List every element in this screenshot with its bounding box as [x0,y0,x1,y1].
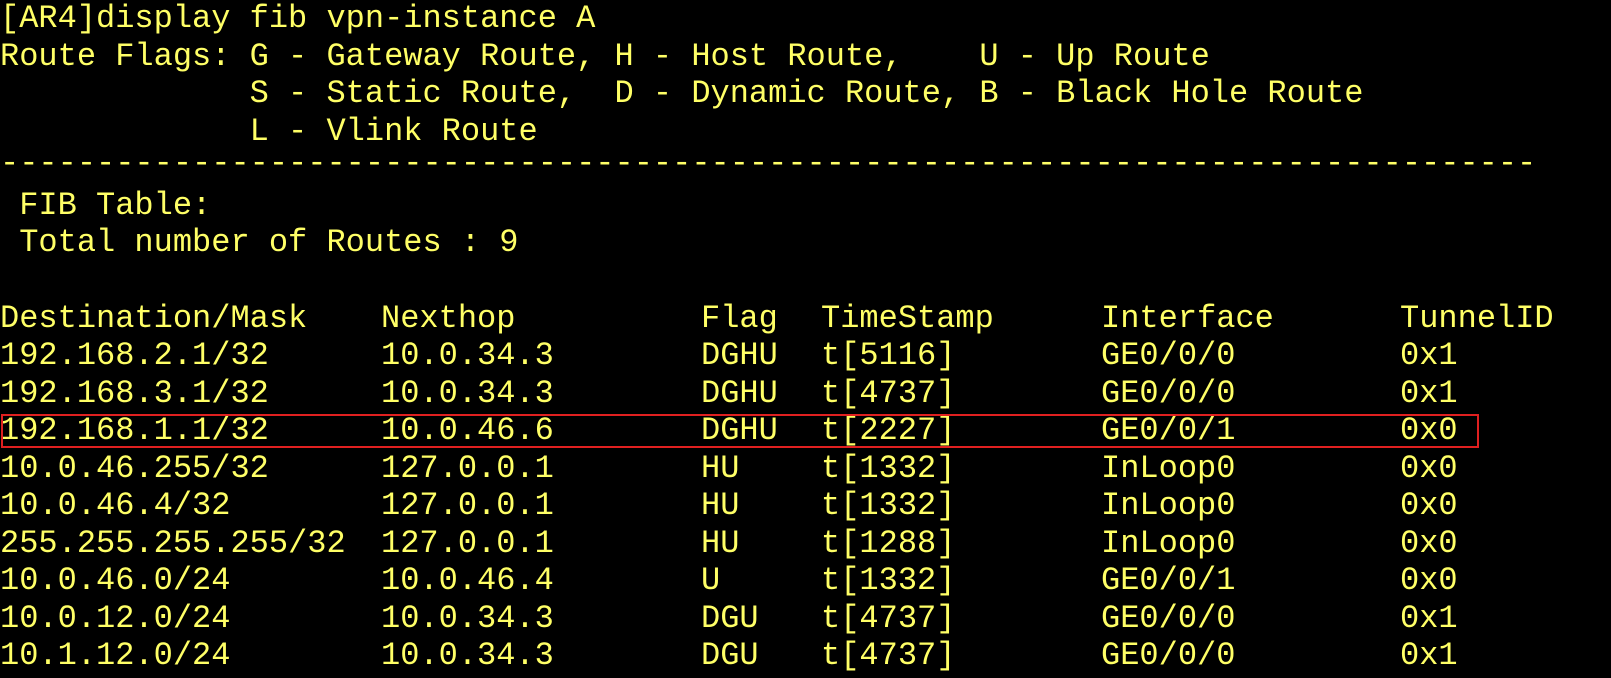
row-interface: GE0/0/0 [1101,599,1236,637]
row-nexthop: 10.0.46.4 [381,562,554,599]
row-flag: DGHU [701,337,778,374]
row-timestamp: t[5116] [821,337,956,374]
table-row-highlighted: 192.168.1.1/32 10.0.46.6 DGHU t[2227] GE… [0,412,1611,450]
row-flag: U [701,562,721,599]
row-tunnel-id: 0x1 [1400,599,1458,637]
table-row: 10.0.46.255/32 127.0.0.1 HU t[1332] InLo… [0,450,1611,488]
total-routes-label: Total number of Routes : 9 [0,224,519,261]
table-row: 10.0.46.4/32 127.0.0.1 HU t[1332] InLoop… [0,487,1611,525]
row-flag: DGHU [701,412,778,449]
table-row: 192.168.2.1/32 10.0.34.3 DGHU t[5116] GE… [0,337,1611,375]
row-nexthop: 10.0.34.3 [381,637,554,674]
row-timestamp: t[2227] [821,412,956,449]
row-tunnel-id: 0x1 [1400,637,1458,674]
row-timestamp: t[4737] [821,637,956,674]
row-interface: GE0/0/0 [1101,337,1236,374]
row-destination: 192.168.2.1/32 [0,337,269,374]
row-interface: GE0/0/1 [1101,562,1236,599]
table-row: 10.1.12.0/24 10.0.34.3 DGU t[4737] GE0/0… [0,637,1611,675]
row-timestamp: t[1332] [821,449,956,487]
row-flag: HU [701,449,740,487]
row-nexthop: 127.0.0.1 [381,524,554,562]
header-timestamp: TimeStamp [821,300,994,337]
row-flag: HU [701,487,740,524]
row-interface: InLoop0 [1101,487,1236,524]
row-interface: GE0/0/0 [1101,637,1236,674]
row-timestamp: t[1332] [821,487,956,524]
terminal-window[interactable]: [AR4]display fib vpn-instance A Route Fl… [0,0,1611,678]
row-flag: DGU [701,599,759,637]
table-row: 10.0.12.0/24 10.0.34.3 DGU t[4737] GE0/0… [0,600,1611,638]
row-timestamp: t[1288] [821,524,956,562]
row-destination: 10.0.46.255/32 [0,449,269,487]
header-nexthop: Nexthop [381,300,516,337]
row-timestamp: t[4737] [821,599,956,637]
row-interface: GE0/0/0 [1101,374,1236,412]
row-destination: 10.0.46.0/24 [0,562,231,599]
row-timestamp: t[4737] [821,374,956,412]
header-interface: Interface [1101,300,1274,337]
row-tunnel-id: 0x0 [1400,449,1458,487]
row-tunnel-id: 0x1 [1400,337,1458,374]
row-destination: 10.1.12.0/24 [0,637,231,674]
table-row: 192.168.3.1/32 10.0.34.3 DGHU t[4737] GE… [0,375,1611,413]
row-tunnel-id: 0x0 [1400,524,1458,562]
row-flag: DGHU [701,374,778,412]
row-destination: 10.0.12.0/24 [0,599,231,637]
row-flag: HU [701,524,740,562]
separator-line: ----------------------------------------… [0,145,1537,182]
route-flags-line-1: Route Flags: G - Gateway Route, H - Host… [0,37,1210,75]
row-nexthop: 10.0.34.3 [381,374,554,412]
row-nexthop: 10.0.46.6 [381,412,554,449]
table-header-row: Destination/Mask Nexthop Flag TimeStamp … [0,300,1611,338]
row-nexthop: 10.0.34.3 [381,599,554,637]
row-interface: GE0/0/1 [1101,412,1236,449]
header-flag: Flag [701,300,778,337]
row-destination: 192.168.1.1/32 [0,412,269,449]
table-row: 10.0.46.0/24 10.0.46.4 U t[1332] GE0/0/1… [0,562,1611,600]
row-nexthop: 127.0.0.1 [381,487,554,524]
row-tunnel-id: 0x0 [1400,487,1458,524]
row-destination: 255.255.255.255/32 [0,524,346,562]
command-line: [AR4]display fib vpn-instance A [0,0,596,37]
row-tunnel-id: 0x1 [1400,374,1458,412]
row-destination: 10.0.46.4/32 [0,487,231,524]
row-timestamp: t[1332] [821,562,956,599]
row-tunnel-id: 0x0 [1400,412,1458,449]
row-flag: DGU [701,637,759,674]
row-nexthop: 10.0.34.3 [381,337,554,374]
row-tunnel-id: 0x0 [1400,562,1458,599]
header-tunnel-id: TunnelID [1400,300,1554,337]
row-destination: 192.168.3.1/32 [0,374,269,412]
fib-table-label: FIB Table: [0,187,212,224]
route-flags-line-2: S - Static Route, D - Dynamic Route, B -… [0,75,1364,112]
row-interface: InLoop0 [1101,449,1236,487]
table-row: 255.255.255.255/32 127.0.0.1 HU t[1288] … [0,525,1611,563]
row-interface: InLoop0 [1101,524,1236,562]
row-nexthop: 127.0.0.1 [381,449,554,487]
header-destination: Destination/Mask [0,300,308,337]
